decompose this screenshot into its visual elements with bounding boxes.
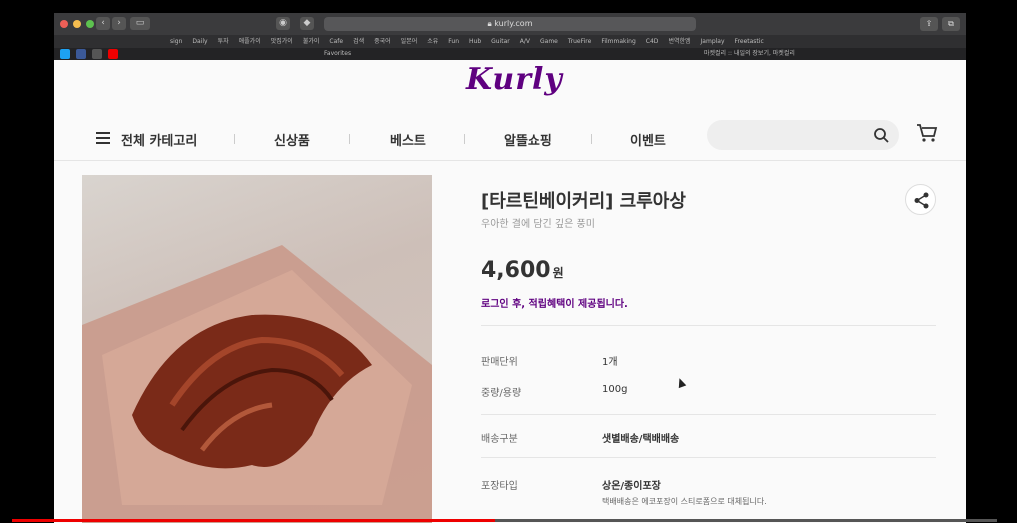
product-title: [타르틴베이커리] 크루아상 [481, 191, 686, 212]
nav-all-categories[interactable]: 전체 카테고리 [121, 130, 197, 149]
bookmark-item[interactable]: Hub [469, 35, 481, 48]
croissant-image [82, 245, 432, 523]
bookmark-item[interactable]: 중국어 [374, 35, 391, 48]
share-button[interactable] [905, 184, 936, 215]
nav-best[interactable]: 베스트 [390, 130, 426, 149]
bookmark-item[interactable]: Guitar [491, 35, 510, 48]
product-subtitle: 우아한 결에 담긴 깊은 풍미 [481, 219, 595, 230]
favorites-bar: Favorites 마켓컬리 :: 내일의 장보기, 마켓컬리 [54, 48, 966, 60]
bookmark-item[interactable]: 맛집가이 [271, 35, 293, 48]
facebook-icon[interactable] [76, 49, 86, 59]
bookmark-item[interactable]: C4D [646, 35, 659, 48]
youtube-icon[interactable] [108, 49, 118, 59]
product-price: 4,600 원 [481, 258, 564, 283]
sidebar-icon[interactable]: ▭ [130, 17, 150, 30]
nav-divider [234, 134, 235, 144]
bookmark-item[interactable]: Jamplay [701, 35, 725, 48]
video-progress-bar[interactable] [12, 519, 495, 522]
nav-deals[interactable]: 알뜰쇼핑 [504, 130, 552, 149]
browser-window: ‹ › ▭ ◉ ◆ 🔒︎ kurly.com ⇪ ⧉ sign Daily 투자 애플… [54, 13, 966, 523]
bookmark-item[interactable]: 애플가이 [239, 35, 261, 48]
cart-icon[interactable] [916, 122, 938, 144]
tabs-icon[interactable]: ⧉ [942, 17, 960, 31]
detail-label-unit: 판매단위 [481, 357, 518, 368]
bookmark-item[interactable]: 불가이 [303, 35, 320, 48]
packaging-note: 택배배송은 에코포장이 스티로폼으로 대체됩니다. [602, 497, 767, 506]
detail-label-packaging: 포장타입 [481, 481, 518, 492]
extension-icon[interactable]: ◆ [300, 17, 314, 30]
detail-value-unit: 1개 [602, 357, 618, 368]
bookmark-item[interactable]: Filmmaking [601, 35, 635, 48]
product-image[interactable] [82, 175, 432, 523]
bookmark-item[interactable]: 검색 [353, 35, 364, 48]
hamburger-icon[interactable] [96, 132, 110, 144]
bookmark-item[interactable]: TrueFire [568, 35, 591, 48]
close-window-button[interactable] [60, 20, 68, 28]
bookmark-item[interactable]: Daily [192, 35, 207, 48]
address-bar[interactable]: 🔒︎ kurly.com [324, 17, 696, 31]
price-value: 4,600 [481, 258, 551, 283]
bookmarks-bar: sign Daily 투자 애플가이 맛집가이 불가이 Cafe 검색 중국어 일본어 소유 Fun H… [54, 35, 966, 48]
share-icon[interactable]: ⇪ [920, 17, 938, 31]
window-controls [60, 20, 94, 28]
minimize-window-button[interactable] [73, 20, 81, 28]
detail-label-weight: 중량/용량 [481, 388, 522, 399]
detail-value-packaging: 상온/종이포장 [602, 481, 661, 492]
header-divider [54, 160, 966, 161]
bookmark-item[interactable]: 소유 [427, 35, 438, 48]
detail-divider [481, 457, 936, 458]
twitter-icon[interactable] [60, 49, 70, 59]
nav-events[interactable]: 이벤트 [630, 130, 666, 149]
kurly-logo[interactable]: Kurly [466, 62, 563, 97]
browser-toolbar: ‹ › ▭ ◉ ◆ 🔒︎ kurly.com ⇪ ⧉ [54, 13, 966, 35]
bookmark-item[interactable]: 일본어 [401, 35, 418, 48]
bookmark-item[interactable]: Fun [448, 35, 459, 48]
login-benefit-link[interactable]: 로그인 후, 적립혜택이 제공됩니다. [481, 295, 628, 310]
search-input[interactable] [707, 120, 899, 150]
price-unit: 원 [552, 266, 564, 280]
nav-divider [591, 134, 592, 144]
apple-icon[interactable] [92, 49, 102, 59]
detail-label-delivery: 배송구분 [481, 434, 518, 445]
bookmark-item[interactable]: 번역한엠 [668, 35, 690, 48]
detail-divider [481, 325, 936, 326]
bookmark-item[interactable]: Cafe [329, 35, 343, 48]
forward-icon[interactable]: › [112, 17, 126, 30]
nav-divider [349, 134, 350, 144]
bookmark-item[interactable]: Freetastic [735, 35, 764, 48]
search-icon[interactable] [873, 127, 889, 143]
favorites-label: Favorites [324, 50, 352, 57]
bookmark-item[interactable]: 투자 [218, 35, 229, 48]
bookmark-item[interactable]: sign [170, 35, 182, 48]
zoom-window-button[interactable] [86, 20, 94, 28]
privacy-icon[interactable]: ◉ [276, 17, 290, 30]
bookmark-item[interactable]: A/V [520, 35, 530, 48]
detail-value-delivery: 샛별배송/택배배송 [602, 434, 680, 445]
nav-new-products[interactable]: 신상품 [274, 130, 310, 149]
detail-value-weight: 100g [602, 384, 628, 395]
nav-divider [464, 134, 465, 144]
share-icon [914, 192, 929, 209]
tab-title[interactable]: 마켓컬리 :: 내일의 장보기, 마켓컬리 [704, 48, 795, 60]
detail-divider [481, 414, 936, 415]
back-icon[interactable]: ‹ [96, 17, 110, 30]
bookmark-item[interactable]: Game [540, 35, 558, 48]
product-page: Kurly 전체 카테고리 신상품 베스트 알뜰쇼핑 이벤트 [타르틴베이커리]… [54, 60, 966, 523]
